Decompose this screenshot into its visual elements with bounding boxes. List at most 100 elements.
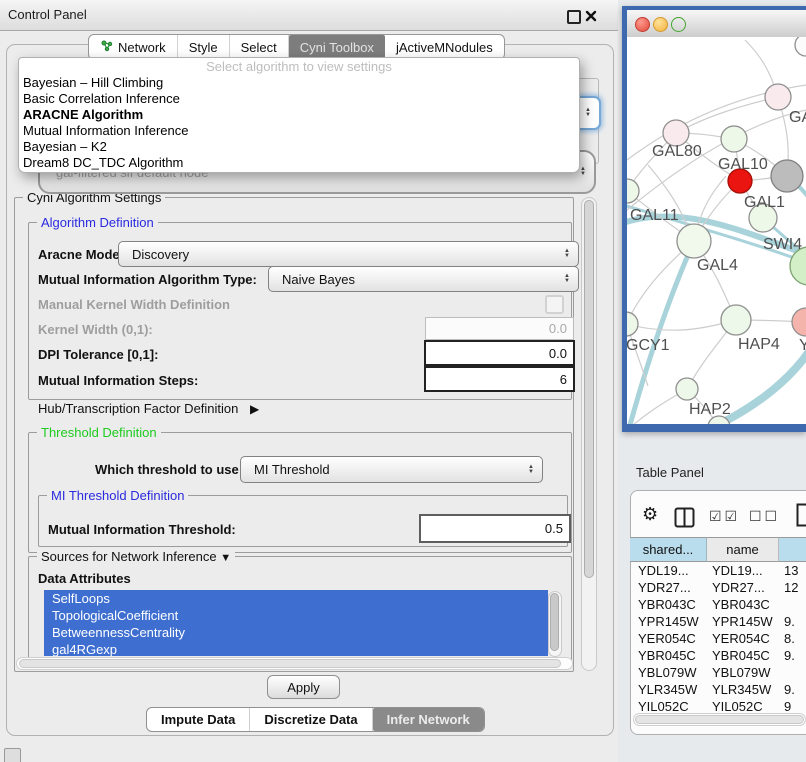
screen: Control Panel Network Style Select Cyni … — [0, 0, 806, 762]
manual-kernel-label: Manual Kernel Width Definition — [38, 297, 230, 312]
combo-stepper-icon: ▲▼ — [564, 249, 570, 259]
tab-network-label: Network — [118, 40, 166, 55]
column-header-shared-name[interactable]: shared... — [630, 537, 707, 562]
node-label: HAP2 — [689, 401, 731, 418]
mi-threshold-input[interactable]: 0.5 — [419, 514, 571, 543]
mi-threshold-label: Mutual Information Threshold: — [48, 522, 236, 537]
table-hscrollbar-thumb[interactable] — [635, 715, 804, 724]
bottom-tabbar: Impute Data Discretize Data Infer Networ… — [146, 707, 485, 732]
manual-kernel-checkbox[interactable] — [545, 295, 564, 314]
document-icon[interactable] — [796, 503, 806, 532]
attribute-item-selected[interactable]: SelfLoops — [44, 590, 548, 607]
mi-type-label: Mutual Information Algorithm Type: — [38, 272, 257, 287]
unchecked-columns-icon[interactable]: ☐☐ — [749, 508, 780, 525]
tab-style[interactable]: Style — [178, 35, 230, 59]
attribute-item-selected[interactable]: TopologicalCoefficient — [44, 607, 548, 624]
network-graph: GAL GAL80 GAL10 GAL1 GAL11 SWI4 GAL4 GCY… — [627, 37, 806, 424]
aracne-mode-combobox[interactable]: Discovery ▲▼ — [118, 241, 579, 267]
combo-stepper-icon: ▲▼ — [564, 274, 570, 284]
algorithm-option[interactable]: Bayesian – Hill Climbing — [19, 75, 579, 91]
which-threshold-label: Which threshold to use: — [95, 462, 243, 477]
expander-down-arrow-icon: ▼ — [220, 552, 231, 564]
combo-stepper-icon: ▲▼ — [580, 167, 586, 177]
attribute-list-vscrollbar[interactable] — [548, 591, 562, 657]
tab-select[interactable]: Select — [230, 35, 289, 59]
node-label: GAL10 — [718, 156, 768, 173]
table-panel-title: Table Panel — [636, 465, 704, 480]
sources-title[interactable]: Sources for Network Inference ▼ — [37, 549, 235, 564]
node-label: GCY1 — [627, 337, 670, 354]
checked-columns-icon[interactable]: ☑☑ — [709, 508, 740, 525]
algorithm-option[interactable]: Basic Correlation Inference — [19, 91, 579, 107]
tab-cyni-toolbox[interactable]: Cyni Toolbox — [289, 35, 385, 59]
mi-steps-input[interactable]: 6 — [424, 366, 575, 392]
node-label: GAL11 — [630, 207, 679, 224]
tab-impute-data[interactable]: Impute Data — [147, 708, 250, 731]
tab-infer-network[interactable]: Infer Network — [373, 708, 484, 731]
node-label: GAL4 — [697, 257, 738, 274]
float-window-icon[interactable] — [567, 10, 581, 24]
settings-hscrollbar[interactable] — [16, 657, 573, 670]
kernel-width-input[interactable]: 0.0 — [425, 317, 574, 340]
algorithm-option[interactable]: Dream8 DC_TDC Algorithm — [19, 155, 579, 171]
node-gcy1[interactable] — [627, 312, 638, 336]
node-hap2[interactable] — [676, 378, 698, 400]
node-label: GAL — [789, 109, 806, 126]
node-label: GAL80 — [652, 143, 702, 160]
zoom-traffic-light-icon[interactable] — [671, 17, 686, 32]
algorithm-option-selected[interactable]: ARACNE Algorithm — [19, 107, 579, 123]
node-label: GAL1 — [744, 194, 785, 211]
network-node-labels: GAL GAL80 GAL10 GAL1 GAL11 SWI4 GAL4 GCY… — [627, 109, 806, 418]
node-hap4[interactable] — [721, 305, 751, 335]
tab-jactivemnodules[interactable]: jActiveMNodules — [385, 35, 504, 59]
attribute-item-selected[interactable]: gal4RGexp — [44, 641, 548, 656]
node[interactable] — [795, 37, 806, 56]
algorithm-option[interactable]: Bayesian – K2 — [19, 139, 579, 155]
mi-threshold-title: MI Threshold Definition — [47, 488, 188, 503]
attribute-list-vscrollbar-thumb[interactable] — [550, 593, 559, 651]
close-icon[interactable] — [585, 9, 597, 27]
dpi-tolerance-label: DPI Tolerance [0,1]: — [38, 347, 158, 362]
column-header-name[interactable]: name — [707, 537, 779, 562]
data-attributes-label: Data Attributes — [38, 571, 131, 586]
column-header-clipped[interactable] — [779, 537, 806, 562]
combo-stepper-icon: ▲▼ — [585, 108, 591, 118]
algorithm-option[interactable]: Mutual Information Inference — [19, 123, 579, 139]
settings-vscrollbar-thumb[interactable] — [584, 200, 594, 578]
hub-definition-expander[interactable]: Hub/Transcription Factor Definition ▶ — [38, 401, 259, 416]
node-gray[interactable] — [771, 160, 803, 192]
popup-prompt: Select algorithm to view settings — [19, 59, 579, 75]
dpi-tolerance-input[interactable]: 0.0 — [424, 340, 575, 366]
node-label: Y — [799, 337, 806, 354]
expander-right-arrow-icon: ▶ — [250, 402, 259, 416]
settings-vscrollbar[interactable] — [581, 197, 597, 671]
threshold-definition-title: Threshold Definition — [37, 425, 161, 440]
mi-type-combobox[interactable]: Naive Bayes ▲▼ — [268, 266, 579, 292]
node[interactable] — [765, 84, 791, 110]
node-gal10[interactable] — [721, 126, 747, 152]
apply-button[interactable]: Apply — [267, 675, 340, 699]
aracne-mode-label: Aracne Mode: — [38, 247, 124, 262]
minimize-traffic-light-icon[interactable] — [653, 17, 668, 32]
split-columns-icon[interactable] — [674, 507, 695, 533]
node-label: SWI4 — [763, 236, 802, 253]
node-gal4[interactable] — [677, 224, 711, 258]
node-label: HAP4 — [738, 336, 780, 353]
gear-icon[interactable]: ⚙ — [642, 504, 658, 525]
table-hscrollbar[interactable] — [633, 713, 806, 726]
control-panel-titlebar — [0, 0, 618, 31]
settings-hscrollbar-thumb[interactable] — [19, 659, 561, 668]
network-canvas[interactable]: GAL GAL80 GAL10 GAL1 GAL11 SWI4 GAL4 GCY… — [627, 37, 806, 424]
tab-discretize-data[interactable]: Discretize Data — [250, 708, 372, 731]
tab-network[interactable]: Network — [89, 35, 178, 59]
kernel-width-label: Kernel Width (0,1): — [38, 322, 153, 337]
attribute-item-selected[interactable]: BetweennessCentrality — [44, 624, 548, 641]
close-traffic-light-icon[interactable] — [635, 17, 650, 32]
node-salmon[interactable] — [792, 308, 806, 336]
algorithm-dropdown-popup: Select algorithm to view settings Bayesi… — [18, 57, 580, 173]
table-body: YDL19... YDL19... 13 YDR27... YDR27... 1… — [630, 562, 806, 711]
network-icon — [100, 39, 113, 55]
bottom-corner-widget[interactable] — [4, 748, 21, 762]
which-threshold-combobox[interactable]: MI Threshold ▲▼ — [240, 456, 543, 483]
data-attributes-list: SelfLoops TopologicalCoefficient Between… — [44, 590, 548, 656]
